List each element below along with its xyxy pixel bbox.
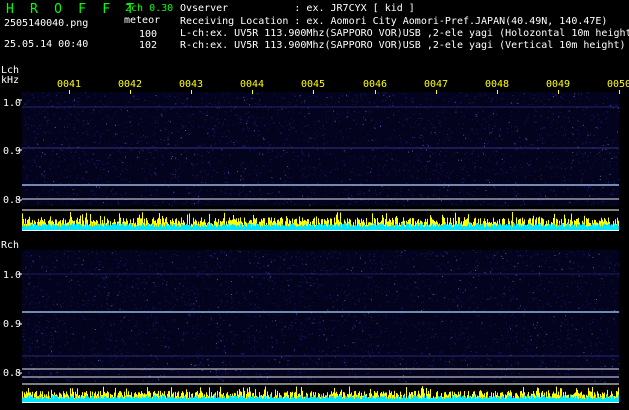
rch-ytick-0.9: 0.9: [3, 319, 22, 330]
time-tick-label: 0050: [607, 79, 629, 90]
lch-info: L-ch:ex. UV5R 113.900Mhz(SAPPORO VOR)USB…: [180, 28, 629, 39]
rch-background: [22, 250, 619, 382]
time-tick-label: 0043: [179, 79, 204, 90]
lch-background: [22, 92, 619, 206]
rch-noise: [22, 250, 620, 383]
app-logo: H R O F F T: [6, 2, 139, 17]
spectrogram-plots: [18, 90, 620, 403]
lch-meteor-count: 100: [138, 29, 157, 40]
rch-meteor-count: 102: [138, 40, 157, 51]
file-name: 2505140040.png: [4, 18, 89, 29]
location-info: Receiving Location : ex. Aomori City Aom…: [180, 16, 608, 27]
time-tick-label: 0049: [546, 79, 571, 90]
lch-ytick-1.0: 1.0: [3, 98, 22, 109]
app-version: 2ch 0.30: [125, 3, 174, 14]
time-tick-label: 0048: [485, 79, 510, 90]
time-tick-label: 0042: [118, 79, 143, 90]
rch-label: Rch: [1, 240, 20, 251]
time-tick-label: 0046: [363, 79, 388, 90]
lch-ytick-0.9: 0.9: [3, 146, 22, 157]
timestamp: 25.05.14 00:40: [4, 39, 89, 50]
time-tick-label: 0044: [240, 79, 265, 90]
time-tick-label: 0045: [301, 79, 326, 90]
observer-info: Ovserver : ex. JR7CYX [ kid ]: [180, 3, 415, 14]
rch-ytick-1.0: 1.0: [3, 270, 22, 281]
time-tick-label: 0047: [424, 79, 449, 90]
lch-noise: [22, 92, 620, 207]
rch-ytick-0.8: 0.8: [3, 368, 22, 379]
rch-info: R-ch:ex. UV5R 113.900Mhz(SAPPORO VOR)USB…: [180, 40, 626, 51]
time-tick-label: 0041: [57, 79, 82, 90]
lch-ytick-0.8: 0.8: [3, 195, 22, 206]
hrofft-window: H R O F F T 2ch 0.30 meteor 2505140040.p…: [0, 0, 629, 410]
meteor-label: meteor: [124, 15, 161, 26]
frequency-unit: kHz: [1, 75, 20, 86]
